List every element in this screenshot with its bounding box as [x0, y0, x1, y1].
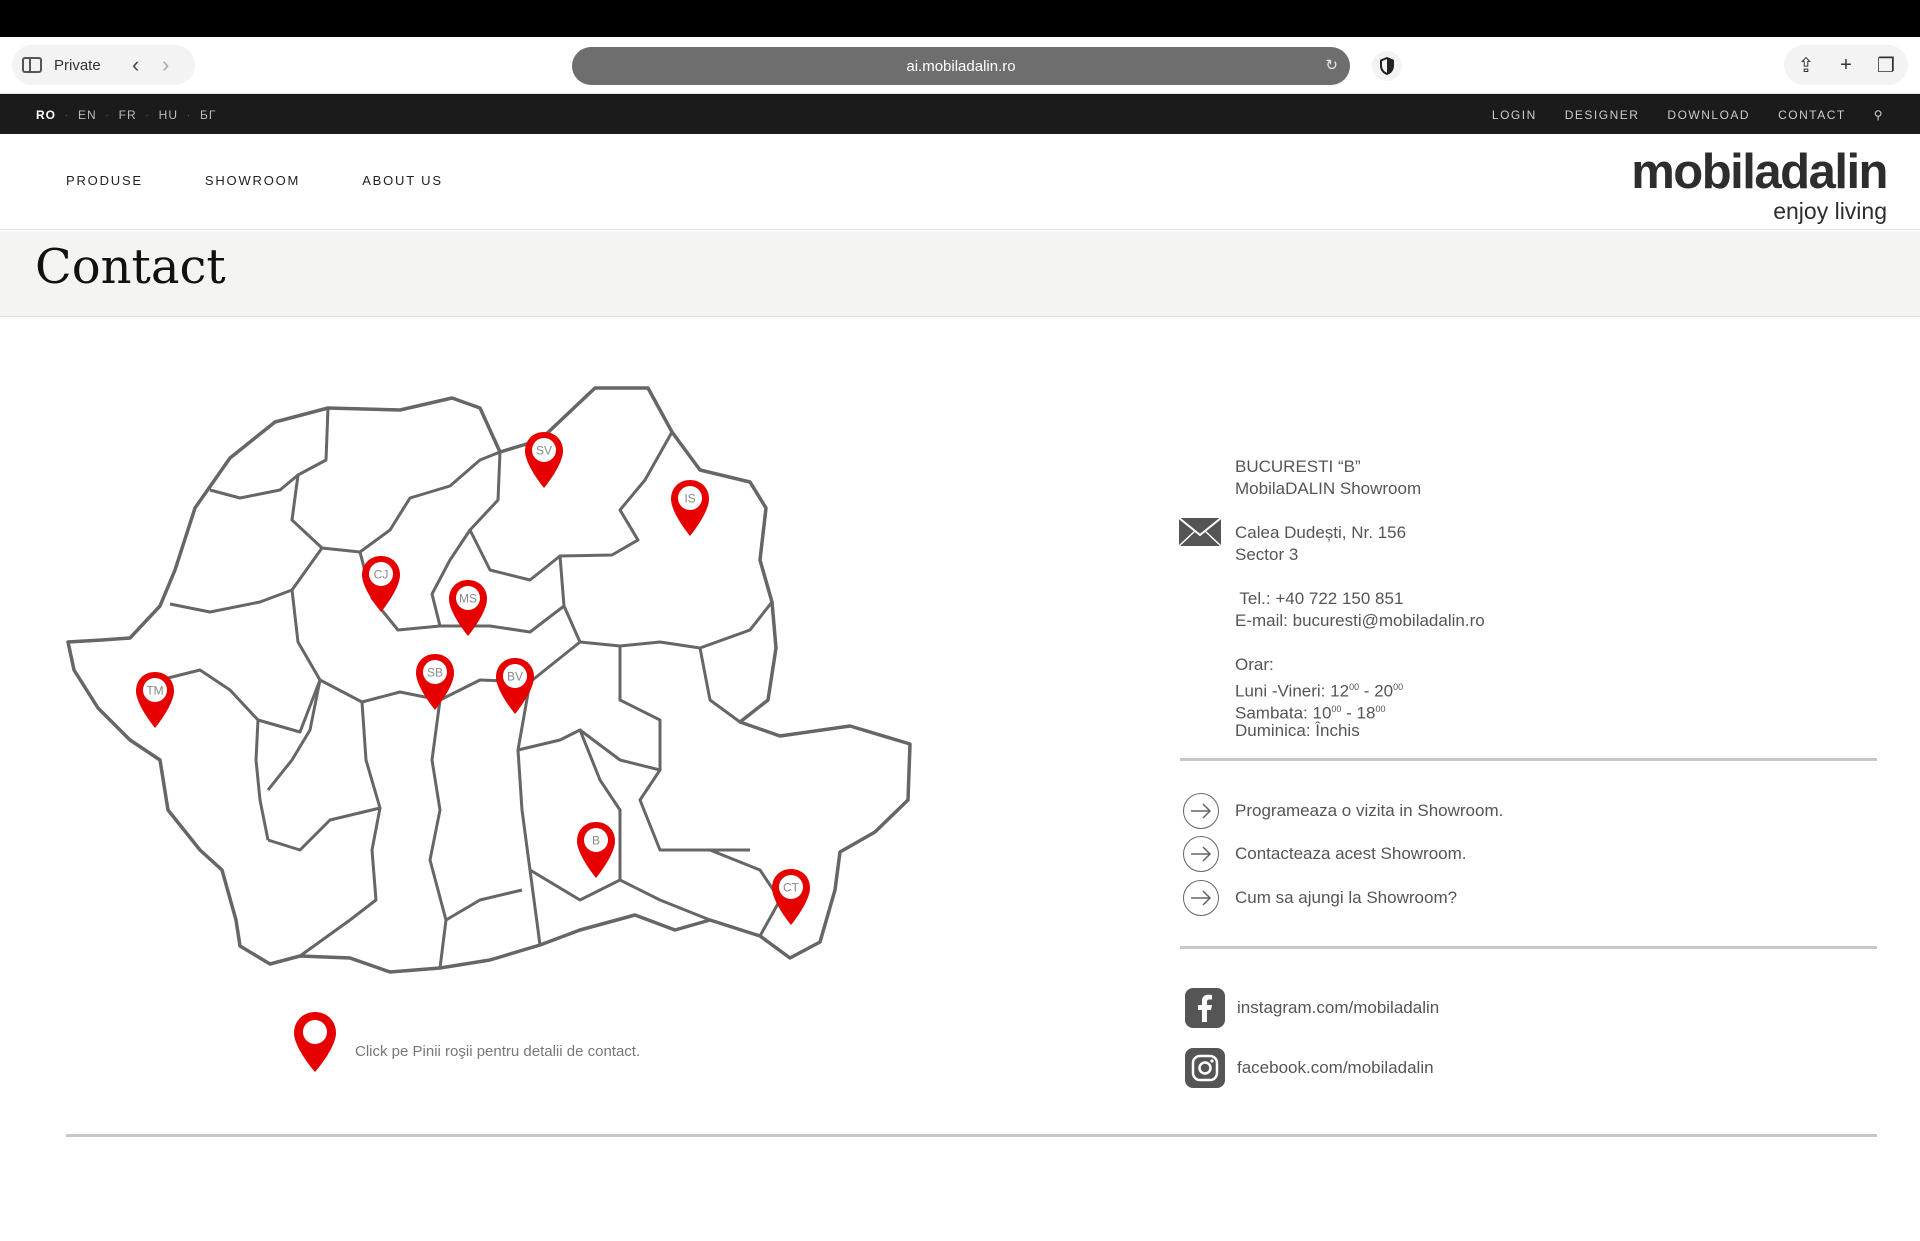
hours-label: Orar:: [1235, 655, 1274, 674]
arrow-right-circle-icon: [1183, 793, 1219, 829]
language-switcher: RO · EN · FR · HU · БГ: [36, 108, 216, 122]
schedule-visit-link[interactable]: Programeaza o vizita in Showroom.: [1183, 793, 1503, 829]
browser-left-controls: Private ‹ ›: [12, 45, 195, 85]
designer-link[interactable]: DESIGNER: [1565, 108, 1640, 122]
arrow-right-circle-icon: [1183, 836, 1219, 872]
directions-link[interactable]: Cum sa ajungi la Showroom?: [1183, 880, 1457, 916]
footer-divider: [66, 1134, 1877, 1137]
browser-toolbar: Private ‹ › ai.mobiladalin.ro ↻ ⇪ + ❐: [0, 37, 1920, 94]
map-pin-label: SV: [536, 444, 552, 458]
lang-separator: ·: [105, 110, 110, 120]
phone-number[interactable]: Tel.: +40 722 150 851: [1235, 588, 1485, 610]
nav-items: PRODUSE SHOWROOM ABOUT US: [66, 173, 443, 188]
lang-separator: ·: [145, 110, 150, 120]
showroom-name: BUCURESTI “B”: [1235, 457, 1361, 476]
divider: [1180, 758, 1877, 761]
romania-map: SV IS CJ MS TM SB BV B CT: [66, 386, 912, 974]
screen-top-bezel: [0, 0, 1920, 37]
lang-separator: ·: [65, 110, 69, 120]
map-pin-label: CT: [783, 881, 800, 895]
back-chevron-icon[interactable]: ‹: [121, 52, 151, 78]
hours-saturday: Sambata: 1000 - 1800: [1235, 703, 1386, 723]
address-sector: Sector 3: [1235, 545, 1299, 564]
schedule-visit-label: Programeaza o vizita in Showroom.: [1235, 801, 1504, 820]
hours-sunday: Duminica: Închis: [1235, 721, 1360, 740]
social-text-second: facebook.com/mobiladalin: [1237, 1058, 1434, 1077]
address-bar[interactable]: ai.mobiladalin.ro ↻: [572, 47, 1350, 85]
page-title-bar: Contact: [0, 231, 1920, 317]
social-link-facebook-text[interactable]: facebook.com/mobiladalin: [1185, 1048, 1434, 1088]
directions-label: Cum sa ajungi la Showroom?: [1235, 888, 1458, 907]
envelope-icon: [1178, 517, 1222, 547]
url-text: ai.mobiladalin.ro: [906, 57, 1016, 75]
lang-ro[interactable]: RO: [36, 108, 56, 122]
map-pin-label: B: [592, 834, 600, 848]
sidebar-toggle-icon[interactable]: [22, 57, 42, 73]
lang-separator: ·: [187, 110, 192, 120]
nav-item-showroom[interactable]: SHOWROOM: [205, 173, 300, 188]
contact-showroom-link[interactable]: Contacteaza acest Showroom.: [1183, 836, 1467, 872]
site-logo[interactable]: mobiladalin enjoy living: [1631, 145, 1888, 224]
map-pin-label: CJ: [374, 568, 389, 582]
page-title: Contact: [35, 239, 226, 295]
lang-en[interactable]: EN: [78, 108, 97, 122]
social-text-first: instagram.com/mobiladalin: [1237, 998, 1440, 1017]
lang-fr[interactable]: FR: [119, 108, 137, 122]
social-link-instagram-text[interactable]: instagram.com/mobiladalin: [1185, 988, 1439, 1028]
email-address[interactable]: E-mail: bucuresti@mobiladalin.ro: [1235, 610, 1485, 632]
legend-pin-icon: [294, 1012, 336, 1072]
arrow-right-circle-icon: [1183, 880, 1219, 916]
tab-overview-icon[interactable]: ❐: [1874, 53, 1898, 78]
logo-tagline: enjoy living: [1773, 198, 1887, 224]
map-pin-label: SB: [427, 666, 443, 680]
login-link[interactable]: LOGIN: [1492, 108, 1537, 122]
location-pin-icon[interactable]: ⚲: [1874, 108, 1884, 122]
showroom-info: BUCURESTI “B” MobilaDALIN Showroom Calea…: [1235, 456, 1485, 742]
showroom-subtitle: MobilaDALIN Showroom: [1235, 479, 1422, 498]
share-icon[interactable]: ⇪: [1794, 53, 1818, 78]
facebook-icon: [1185, 988, 1225, 1028]
forward-chevron-icon[interactable]: ›: [151, 52, 181, 78]
nav-item-produse[interactable]: PRODUSE: [66, 173, 143, 188]
reload-icon[interactable]: ↻: [1325, 56, 1338, 74]
lang-bg[interactable]: БГ: [200, 108, 216, 122]
main-navigation: PRODUSE SHOWROOM ABOUT US mobiladalin en…: [0, 134, 1920, 230]
new-tab-plus-icon[interactable]: +: [1834, 54, 1858, 77]
download-link[interactable]: DOWNLOAD: [1667, 108, 1750, 122]
language-bar: RO · EN · FR · HU · БГ LOGIN DESIGNER DO…: [0, 94, 1920, 134]
instagram-icon: [1185, 1048, 1225, 1088]
hours-weekdays: Luni -Vineri: 1200 - 2000: [1235, 681, 1404, 701]
browser-right-controls: ⇪ + ❐: [1784, 45, 1908, 85]
logo-brand: mobiladalin: [1631, 145, 1888, 199]
contact-showroom-label: Contacteaza acest Showroom.: [1235, 844, 1467, 863]
top-links: LOGIN DESIGNER DOWNLOAD CONTACT ⚲: [1492, 108, 1884, 122]
map-pin-label: IS: [684, 492, 695, 506]
map-pin-label: BV: [507, 670, 523, 684]
map-legend-text: Click pe Pinii roşii pentru detalii de c…: [355, 1043, 641, 1060]
map-pin-label: MS: [459, 592, 477, 606]
privacy-shield-icon[interactable]: [1372, 51, 1402, 81]
divider: [1180, 946, 1877, 949]
contact-link[interactable]: CONTACT: [1778, 108, 1846, 122]
private-label: Private: [54, 56, 101, 74]
nav-item-about-us[interactable]: ABOUT US: [362, 173, 443, 188]
map-pin-label: TM: [146, 684, 163, 698]
address-street: Calea Dudești, Nr. 156: [1235, 523, 1407, 542]
lang-hu[interactable]: HU: [159, 108, 178, 122]
